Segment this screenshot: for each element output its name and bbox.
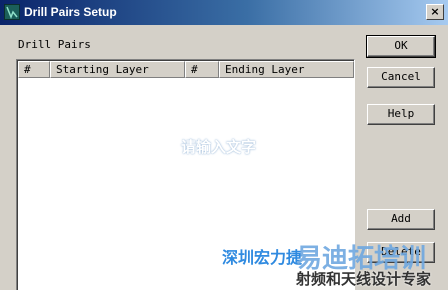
close-button[interactable]: ×	[426, 4, 444, 20]
watermark-company: 深圳宏力捷	[222, 248, 303, 267]
window-title: Drill Pairs Setup	[24, 5, 117, 19]
watermark-tagline: 射频和天线设计专家	[296, 270, 432, 288]
watermark-placeholder: 请输入文字	[181, 138, 257, 156]
column-header-ending-layer[interactable]: Ending Layer	[219, 61, 354, 78]
title-bar[interactable]: Drill Pairs Setup ×	[0, 0, 448, 25]
add-button[interactable]: Add	[367, 209, 435, 230]
column-header-end-number[interactable]: #	[185, 61, 219, 78]
drill-pairs-label: Drill Pairs	[18, 38, 91, 51]
list-header: # Starting Layer # Ending Layer	[18, 61, 354, 78]
column-header-starting-layer[interactable]: Starting Layer	[50, 61, 185, 78]
ok-button[interactable]: OK	[366, 35, 436, 58]
app-icon	[4, 4, 20, 20]
column-header-start-number[interactable]: #	[18, 61, 50, 78]
help-button[interactable]: Help	[367, 104, 435, 125]
cancel-button[interactable]: Cancel	[367, 67, 435, 88]
